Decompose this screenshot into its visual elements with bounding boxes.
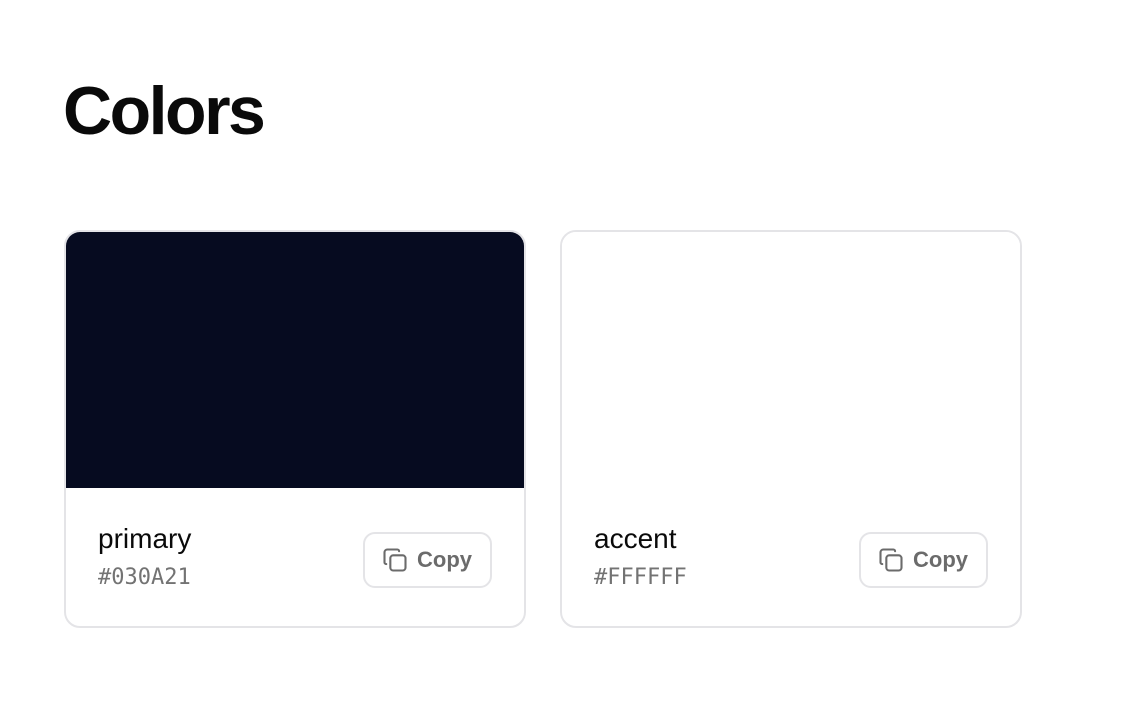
color-hex-value: #FFFFFF (594, 565, 687, 590)
copy-icon (877, 546, 905, 574)
color-swatch (562, 232, 1020, 488)
color-card-accent: accent #FFFFFF Copy (560, 230, 1022, 628)
color-card-grid: primary #030A21 Copy accent #FFFFFF Copy (64, 230, 1022, 628)
color-name: accent (594, 523, 677, 554)
copy-button[interactable]: Copy (859, 532, 988, 588)
page: Colors primary #030A21 Copy accent #FFFF… (0, 0, 1130, 726)
copy-button-label: Copy (417, 547, 472, 572)
copy-button-label: Copy (913, 547, 968, 572)
copy-icon (381, 546, 409, 574)
color-hex-value: #030A21 (98, 565, 191, 590)
card-footer: primary #030A21 Copy (66, 488, 524, 626)
color-name: primary (98, 523, 192, 554)
color-info: primary #030A21 (98, 522, 191, 592)
color-card-primary: primary #030A21 Copy (64, 230, 526, 628)
card-footer: accent #FFFFFF Copy (562, 488, 1020, 626)
copy-button[interactable]: Copy (363, 532, 492, 588)
color-info: accent #FFFFFF (594, 522, 687, 592)
color-swatch (66, 232, 524, 488)
page-title: Colors (63, 73, 266, 149)
